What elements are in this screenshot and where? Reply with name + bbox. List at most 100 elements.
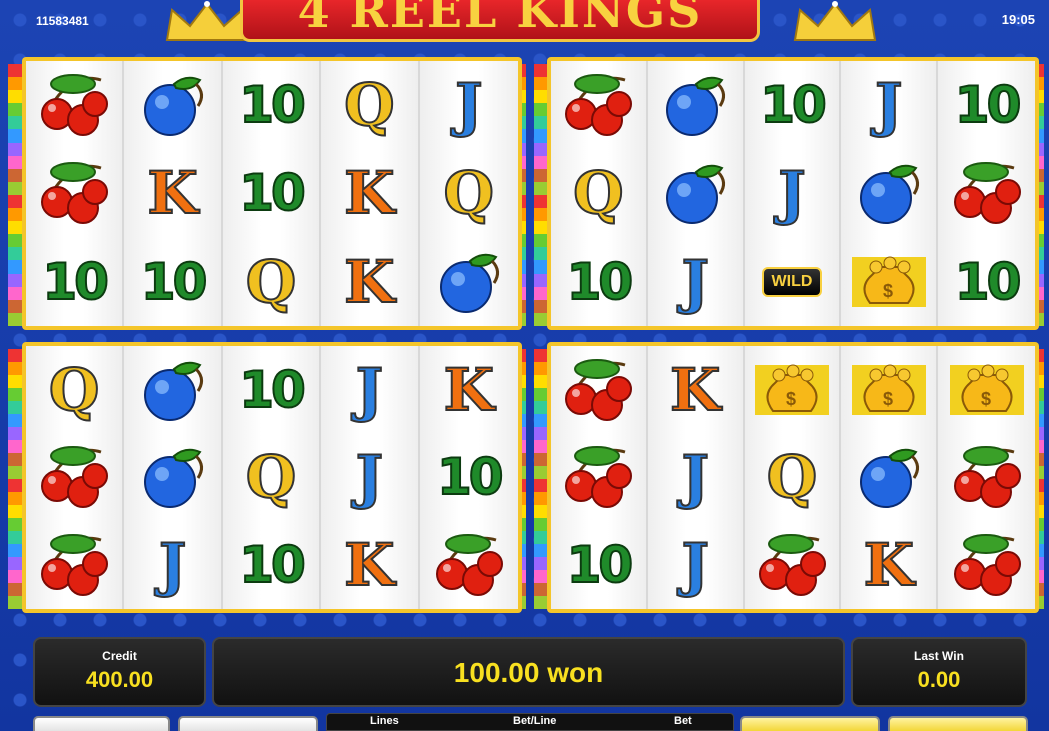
reel-cell: 10 <box>744 61 842 150</box>
line-marker <box>8 375 22 388</box>
reel-cell <box>124 61 223 150</box>
reel-grid: K $ $ $ J Q 10 J K <box>551 346 1035 609</box>
line-marker <box>8 247 22 261</box>
line-marker <box>534 349 548 362</box>
line-marker <box>534 194 548 209</box>
ten-label: 10 <box>238 360 307 420</box>
line-marker <box>534 479 548 492</box>
cherry-icon <box>948 530 1026 600</box>
reel-cell <box>647 149 745 238</box>
ten-symbol: 10 <box>559 247 637 317</box>
reel-cell: J <box>321 433 420 522</box>
reel-cell <box>841 149 939 238</box>
j-label: J <box>355 355 384 424</box>
autoplay-button[interactable] <box>740 716 880 731</box>
line-marker <box>8 505 22 518</box>
line-marker <box>8 570 22 583</box>
cherry-icon <box>430 530 508 600</box>
ten-symbol: 10 <box>134 247 212 317</box>
svg-text:$: $ <box>786 389 796 409</box>
line-marker <box>534 544 548 557</box>
plum-icon <box>656 70 734 140</box>
plum-icon <box>134 355 212 425</box>
money-bag-icon: $ <box>850 247 928 317</box>
paytable-button[interactable] <box>178 716 318 731</box>
line-marker <box>8 155 22 169</box>
j-label: J <box>454 71 483 140</box>
ten-symbol: 10 <box>232 158 310 228</box>
line-marker <box>8 440 22 453</box>
line-marker <box>534 155 548 169</box>
line-marker <box>8 64 22 78</box>
reel-cell: $ <box>841 237 939 326</box>
q-label: Q <box>245 247 298 316</box>
line-marker <box>8 531 22 544</box>
ten-label: 10 <box>238 163 307 223</box>
j-symbol: J <box>753 158 831 228</box>
line-marker <box>8 260 22 274</box>
reel-cell: K <box>419 346 518 434</box>
reel-cell: Q <box>419 149 518 238</box>
reel-cell: 10 <box>124 237 223 326</box>
plum-icon <box>656 158 734 228</box>
cherry-icon <box>35 158 113 228</box>
line-marker <box>8 208 22 222</box>
k-label: K <box>343 247 395 316</box>
spin-button[interactable] <box>888 716 1028 731</box>
game-logo: 4 REEL KINGS <box>240 0 760 42</box>
reel-cell <box>124 346 223 434</box>
reel-cell: 10 <box>26 237 125 326</box>
reel-cell: J <box>841 61 939 150</box>
line-marker <box>8 194 22 209</box>
reel-cell: 10 <box>222 149 322 238</box>
j-label: J <box>680 531 709 600</box>
line-marker <box>8 466 22 479</box>
line-marker <box>8 414 22 427</box>
menu-button[interactable] <box>33 716 170 731</box>
j-symbol: J <box>430 70 508 140</box>
ten-symbol: 10 <box>430 442 508 512</box>
line-marker <box>8 427 22 440</box>
reel-cell: $ <box>841 346 939 434</box>
ten-label: 10 <box>954 75 1023 135</box>
money-bag-icon: $ <box>948 355 1026 425</box>
j-label: J <box>680 443 709 512</box>
line-marker <box>534 414 548 427</box>
ten-symbol: 10 <box>948 247 1026 317</box>
j-symbol: J <box>656 247 734 317</box>
reel-cell <box>938 149 1035 238</box>
k-label: K <box>343 531 395 600</box>
line-marker <box>8 596 22 609</box>
last-win-value: 0.00 <box>917 667 961 692</box>
reel-cell: J <box>321 346 420 434</box>
line-marker <box>534 234 548 248</box>
reel-cell <box>419 237 518 326</box>
plum-icon <box>134 442 212 512</box>
line-marker <box>534 531 548 544</box>
line-marker <box>8 168 22 182</box>
win-message: 100.00 won <box>453 657 604 688</box>
lines-label[interactable]: Lines <box>370 715 399 727</box>
line-marker <box>534 570 548 583</box>
q-symbol: Q <box>330 70 408 140</box>
j-symbol: J <box>134 530 212 600</box>
line-marker <box>534 401 548 414</box>
q-label: Q <box>48 355 101 424</box>
line-marker <box>534 273 548 287</box>
session-id: 11583481 <box>36 14 89 28</box>
cherry-icon <box>35 70 113 140</box>
line-marker <box>8 453 22 466</box>
k-symbol: K <box>330 247 408 317</box>
last-win-panel: Last Win 0.00 <box>851 637 1027 707</box>
cherry-icon <box>559 355 637 425</box>
line-marker <box>8 77 22 91</box>
reel-cell: K <box>321 149 420 238</box>
credit-value: 400.00 <box>85 667 154 692</box>
money-bag-icon: $ <box>753 355 831 425</box>
crown-icon <box>165 1 249 41</box>
line-marker <box>8 90 22 104</box>
line-marker <box>534 427 548 440</box>
line-marker <box>534 181 548 195</box>
bet-label[interactable]: Bet <box>674 715 692 727</box>
bet-line-label[interactable]: Bet/Line <box>513 715 556 727</box>
